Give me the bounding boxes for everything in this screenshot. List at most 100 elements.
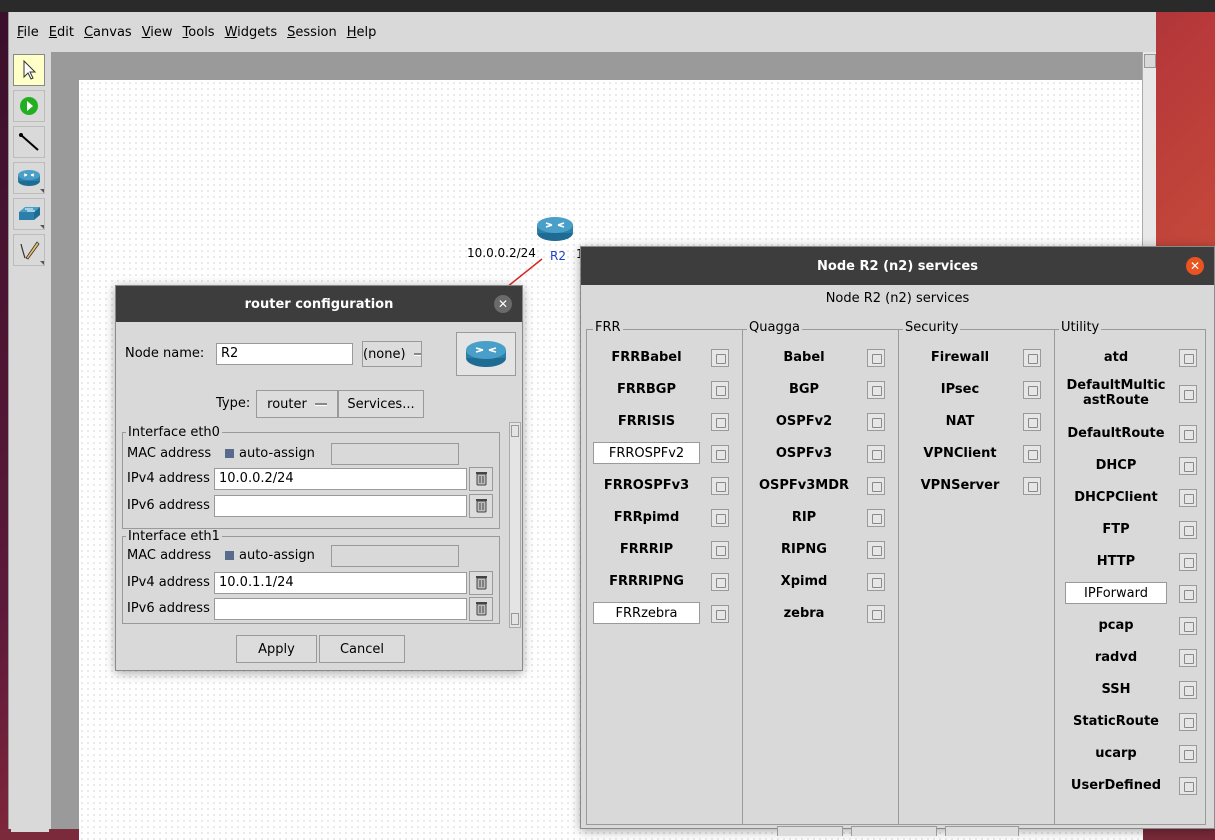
ipv4-address-input[interactable]: 10.0.0.2/24 — [214, 468, 467, 490]
customize-service-icon[interactable] — [711, 573, 729, 591]
delete-ipv6-button[interactable] — [469, 597, 493, 621]
customize-service-icon[interactable] — [711, 445, 729, 463]
service-ucarp[interactable]: ucarp — [1061, 742, 1171, 764]
service-zebra[interactable]: zebra — [749, 602, 859, 624]
service-frrrip[interactable]: FRRRIP — [593, 538, 700, 560]
customize-service-icon[interactable] — [711, 509, 729, 527]
customize-service-icon[interactable] — [867, 349, 885, 367]
customize-service-icon[interactable] — [867, 381, 885, 399]
service-userdefined[interactable]: UserDefined — [1061, 774, 1171, 796]
menu-file[interactable]: File — [17, 25, 39, 40]
ipv6-address-input[interactable] — [214, 495, 467, 517]
customize-service-icon[interactable] — [711, 349, 729, 367]
customize-service-icon[interactable] — [711, 605, 729, 623]
service-vpnclient[interactable]: VPNClient — [905, 442, 1015, 464]
service-ssh[interactable]: SSH — [1061, 678, 1171, 700]
service-dhcpclient[interactable]: DHCPClient — [1061, 486, 1171, 508]
customize-service-icon[interactable] — [1179, 713, 1197, 731]
select-tool-button[interactable] — [13, 54, 45, 86]
mac-address-input[interactable] — [331, 545, 459, 567]
service-http[interactable]: HTTP — [1061, 550, 1171, 572]
dialog-bottom-button[interactable] — [945, 826, 1019, 836]
delete-ipv4-button[interactable] — [469, 467, 493, 491]
mac-address-input[interactable] — [331, 443, 459, 465]
interfaces-scrollbar[interactable] — [509, 422, 521, 628]
service-dhcp[interactable]: DHCP — [1061, 454, 1171, 476]
customize-service-icon[interactable] — [867, 541, 885, 559]
service-nat[interactable]: NAT — [905, 410, 1015, 432]
customize-service-icon[interactable] — [1023, 445, 1041, 463]
service-ospfv3mdr[interactable]: OSPFv3MDR — [749, 474, 859, 496]
scroll-up-arrow[interactable] — [1144, 54, 1156, 68]
customize-service-icon[interactable] — [1179, 649, 1197, 667]
service-ipforward[interactable]: IPForward — [1065, 582, 1167, 604]
customize-service-icon[interactable] — [867, 477, 885, 495]
dialog-bottom-button[interactable] — [851, 826, 937, 836]
image-select-button[interactable]: (none) — [362, 341, 422, 367]
service-vpnserver[interactable]: VPNServer — [905, 474, 1015, 496]
service-ripng[interactable]: RIPNG — [749, 538, 859, 560]
service-staticroute[interactable]: StaticRoute — [1061, 710, 1171, 732]
menu-help[interactable]: Help — [347, 25, 377, 40]
customize-service-icon[interactable] — [1179, 425, 1197, 443]
customize-service-icon[interactable] — [1023, 349, 1041, 367]
network-layer-tool-button[interactable] — [13, 162, 45, 194]
customize-service-icon[interactable] — [711, 541, 729, 559]
service-ospfv2[interactable]: OSPFv2 — [749, 410, 859, 432]
customize-service-icon[interactable] — [867, 605, 885, 623]
service-frrbgp[interactable]: FRRBGP — [593, 378, 700, 400]
customize-service-icon[interactable] — [711, 381, 729, 399]
customize-service-icon[interactable] — [1179, 385, 1197, 403]
service-frrospfv2[interactable]: FRROSPFv2 — [593, 442, 700, 464]
customize-service-icon[interactable] — [711, 477, 729, 495]
customize-service-icon[interactable] — [1179, 681, 1197, 699]
service-defaultroute[interactable]: DefaultRoute — [1061, 422, 1171, 444]
customize-service-icon[interactable] — [1179, 489, 1197, 507]
customize-service-icon[interactable] — [1179, 585, 1197, 603]
menu-edit[interactable]: Edit — [49, 25, 74, 40]
menu-tools[interactable]: Tools — [183, 25, 215, 40]
customize-service-icon[interactable] — [1179, 521, 1197, 539]
service-firewall[interactable]: Firewall — [905, 346, 1015, 368]
ipv6-address-input[interactable] — [214, 598, 467, 620]
customize-service-icon[interactable] — [867, 413, 885, 431]
service-ftp[interactable]: FTP — [1061, 518, 1171, 540]
scroll-up-arrow[interactable] — [511, 425, 519, 437]
customize-service-icon[interactable] — [1179, 745, 1197, 763]
customize-service-icon[interactable] — [867, 445, 885, 463]
customize-service-icon[interactable] — [1023, 413, 1041, 431]
customize-service-icon[interactable] — [1179, 617, 1197, 635]
service-ospfv3[interactable]: OSPFv3 — [749, 442, 859, 464]
customize-service-icon[interactable] — [867, 509, 885, 527]
close-icon[interactable]: ✕ — [1186, 257, 1204, 275]
service-frrbabel[interactable]: FRRBabel — [593, 346, 700, 368]
delete-ipv4-button[interactable] — [469, 571, 493, 595]
link-tool-button[interactable] — [13, 126, 45, 158]
type-select[interactable]: router — [256, 390, 338, 418]
service-defaultmulticastroute[interactable]: DefaultMultic astRoute — [1061, 376, 1171, 410]
service-xpimd[interactable]: Xpimd — [749, 570, 859, 592]
customize-service-icon[interactable] — [1023, 381, 1041, 399]
customize-service-icon[interactable] — [867, 573, 885, 591]
service-radvd[interactable]: radvd — [1061, 646, 1171, 668]
service-frrpimd[interactable]: FRRpimd — [593, 506, 700, 528]
service-ipsec[interactable]: IPsec — [905, 378, 1015, 400]
customize-service-icon[interactable] — [1179, 457, 1197, 475]
auto-assign-checkbox[interactable]: auto-assign — [225, 446, 315, 461]
router-node-r2[interactable] — [535, 214, 575, 244]
start-session-button[interactable] — [13, 90, 45, 122]
customize-service-icon[interactable] — [1179, 777, 1197, 795]
customize-service-icon[interactable] — [1179, 349, 1197, 367]
annotation-tool-button[interactable] — [13, 234, 45, 266]
service-frrisis[interactable]: FRRISIS — [593, 410, 700, 432]
close-icon[interactable]: ✕ — [494, 295, 512, 313]
menu-view[interactable]: View — [142, 25, 173, 40]
customize-service-icon[interactable] — [711, 413, 729, 431]
service-babel[interactable]: Babel — [749, 346, 859, 368]
node-icon-button[interactable] — [456, 332, 516, 376]
service-frrripng[interactable]: FRRRIPNG — [593, 570, 700, 592]
service-bgp[interactable]: BGP — [749, 378, 859, 400]
dialog-bottom-button[interactable] — [777, 826, 843, 836]
link-layer-tool-button[interactable] — [13, 198, 45, 230]
service-pcap[interactable]: pcap — [1061, 614, 1171, 636]
